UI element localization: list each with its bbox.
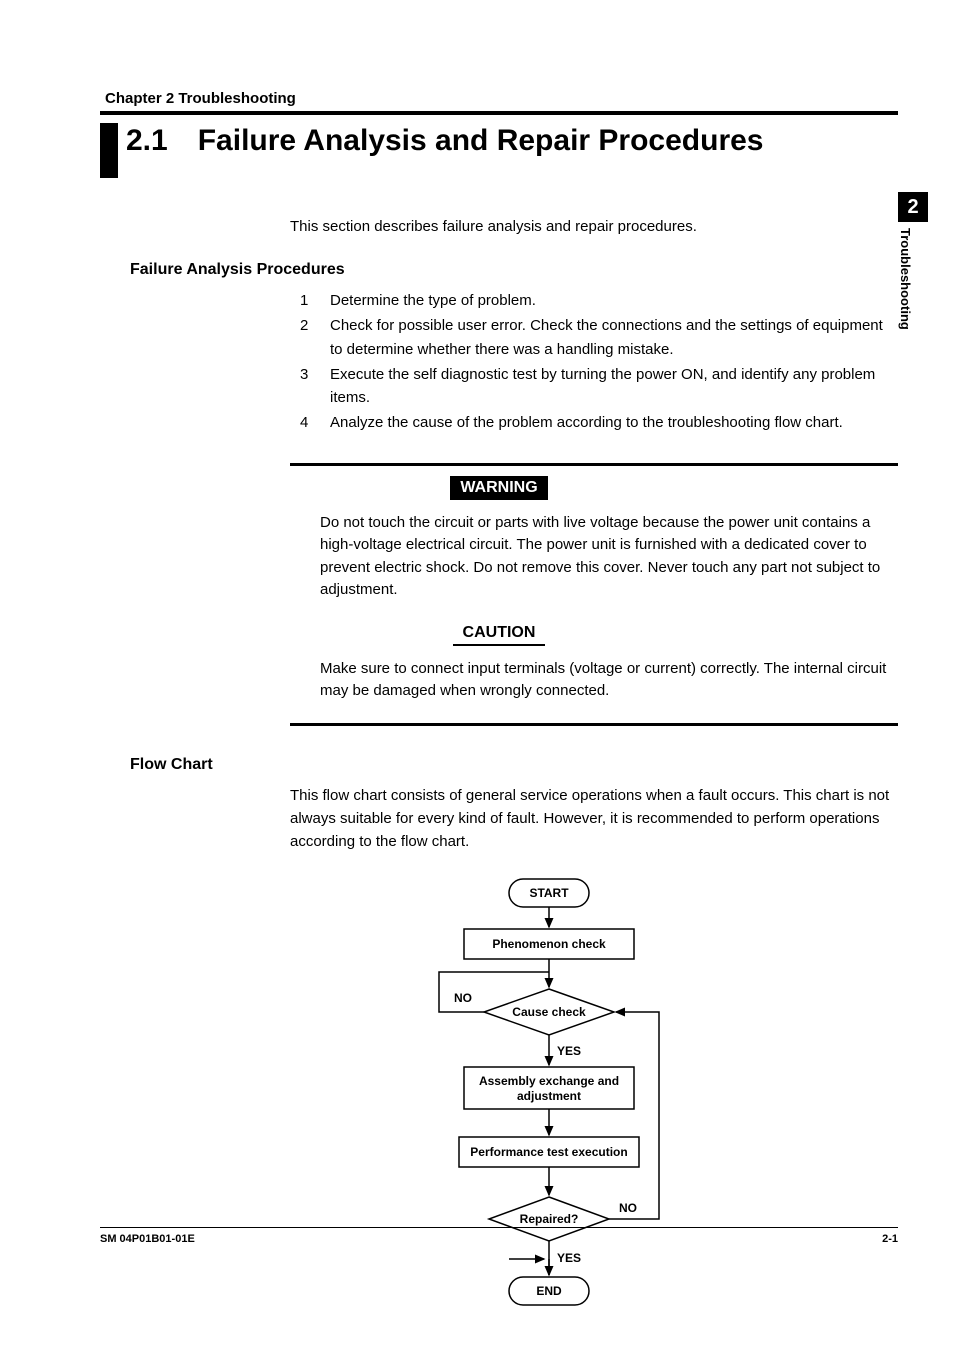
section-number: 2.1 bbox=[126, 123, 168, 159]
list-item: 2 Check for possible user error. Check t… bbox=[300, 314, 888, 361]
warning-label: WARNING bbox=[450, 476, 547, 500]
flow-no-2: NO bbox=[619, 1201, 637, 1215]
chapter-rule bbox=[100, 111, 898, 115]
flowchart-heading: Flow Chart bbox=[130, 756, 898, 774]
list-item: 4 Analyze the cause of the problem accor… bbox=[300, 411, 888, 434]
flow-end: END bbox=[536, 1284, 562, 1298]
side-tab-number: 2 bbox=[898, 192, 928, 222]
list-item-text: Check for possible user error. Check the… bbox=[330, 314, 888, 361]
footer-left: SM 04P01B01-01E bbox=[100, 1233, 195, 1245]
procedures-heading: Failure Analysis Procedures bbox=[130, 261, 898, 279]
list-item-number: 4 bbox=[300, 411, 330, 434]
flow-yes-1: YES bbox=[557, 1044, 581, 1058]
section-title: Failure Analysis and Repair Procedures bbox=[198, 123, 764, 159]
warning-bottom-rule bbox=[290, 723, 898, 726]
flow-start: START bbox=[529, 886, 569, 900]
list-item-text: Analyze the cause of the problem accordi… bbox=[330, 411, 888, 434]
procedures-list: 1 Determine the type of problem. 2 Check… bbox=[300, 289, 888, 435]
list-item: 1 Determine the type of problem. bbox=[300, 289, 888, 312]
list-item-number: 1 bbox=[300, 289, 330, 312]
flow-perf: Performance test execution bbox=[470, 1145, 627, 1159]
warning-label-row: WARNING bbox=[100, 476, 898, 500]
flow-yes-2: YES bbox=[557, 1251, 581, 1265]
page: Chapter 2 Troubleshooting 2.1 Failure An… bbox=[0, 0, 954, 1351]
list-item: 3 Execute the self diagnostic test by tu… bbox=[300, 363, 888, 410]
flow-exchange-2: adjustment bbox=[517, 1089, 581, 1103]
intro-text: This section describes failure analysis … bbox=[290, 218, 898, 235]
flowchart-intro: This flow chart consists of general serv… bbox=[290, 784, 898, 854]
caution-label-row: CAUTION bbox=[100, 622, 898, 646]
caution-label: CAUTION bbox=[453, 622, 546, 646]
list-item-number: 2 bbox=[300, 314, 330, 361]
flowchart-svg: START Phenomenon check Cause check NO YE… bbox=[394, 877, 704, 1317]
flow-repaired: Repaired? bbox=[520, 1212, 579, 1226]
list-item-text: Execute the self diagnostic test by turn… bbox=[330, 363, 888, 410]
flow-exchange-1: Assembly exchange and bbox=[479, 1074, 619, 1088]
section-title-bar bbox=[100, 123, 118, 178]
warning-top-rule bbox=[290, 463, 898, 466]
side-tab: 2 Troubleshooting bbox=[898, 192, 928, 330]
flow-phenomenon: Phenomenon check bbox=[492, 937, 606, 951]
warning-text: Do not touch the circuit or parts with l… bbox=[320, 512, 888, 602]
flowchart: START Phenomenon check Cause check NO YE… bbox=[200, 877, 898, 1317]
chapter-header: Chapter 2 Troubleshooting bbox=[105, 90, 898, 107]
section-title-row: 2.1 Failure Analysis and Repair Procedur… bbox=[100, 123, 898, 178]
side-tab-title: Troubleshooting bbox=[898, 228, 913, 330]
page-footer: SM 04P01B01-01E 2-1 bbox=[100, 1227, 898, 1245]
list-item-text: Determine the type of problem. bbox=[330, 289, 888, 312]
flow-cause: Cause check bbox=[512, 1005, 586, 1019]
footer-right: 2-1 bbox=[882, 1233, 898, 1245]
flow-no-1: NO bbox=[454, 991, 472, 1005]
caution-text: Make sure to connect input terminals (vo… bbox=[320, 658, 888, 703]
list-item-number: 3 bbox=[300, 363, 330, 410]
